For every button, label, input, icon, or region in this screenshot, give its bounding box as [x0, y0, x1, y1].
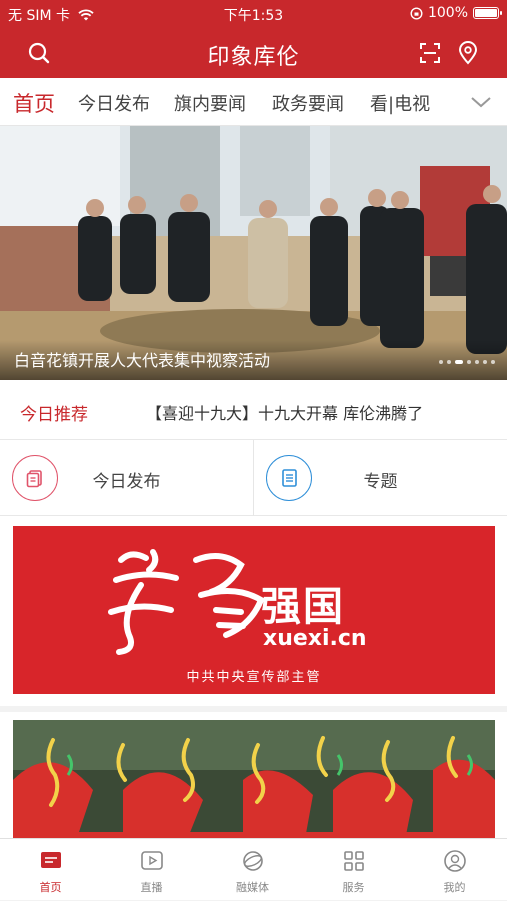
pager-dot [439, 360, 443, 364]
recommend-bar[interactable]: 今日推荐 【喜迎十九大】十九大开幕 库伦沸腾了 [0, 380, 507, 440]
bottom-nav: 首页 直播 融媒体 服务 我的 [0, 838, 507, 900]
pager-dot [467, 360, 471, 364]
status-right: 100% [410, 5, 502, 21]
nav-media[interactable]: 融媒体 [202, 839, 303, 901]
nav-label: 直播 [140, 881, 163, 894]
app-header: 印象库伦 [0, 28, 507, 78]
grid-icon [344, 851, 364, 871]
nav-label: 我的 [443, 881, 466, 894]
pager-dot [447, 360, 451, 364]
globe-icon [243, 851, 263, 871]
user-icon [444, 850, 466, 872]
pager-dot [483, 360, 487, 364]
battery-icon [473, 7, 502, 19]
xuexi-title: 强国 [261, 584, 345, 630]
tab-today-release[interactable]: 今日发布 [78, 90, 150, 116]
home-icon [41, 852, 61, 868]
xuexi-card[interactable]: 强国 xuexi.cn 中共中央宣传部主管 [0, 516, 507, 706]
feature-photo [13, 720, 495, 850]
tab-home[interactable]: 首页 [13, 88, 55, 118]
tab-government-news[interactable]: 政务要闻 [272, 90, 344, 116]
pager-dot [475, 360, 479, 364]
xuexi-banner[interactable]: 强国 xuexi.cn 中共中央宣传部主管 [13, 526, 495, 694]
chevron-down-icon[interactable] [469, 90, 493, 114]
play-icon [141, 851, 163, 870]
quick-links: 今日发布 专题 [0, 440, 507, 516]
recommend-headline[interactable]: 【喜迎十九大】十九大开幕 库伦沸腾了 [146, 400, 423, 424]
tab-banner-news[interactable]: 旗内要闻 [174, 90, 246, 116]
recommend-tag: 今日推荐 [20, 405, 88, 425]
quick-link-label: 专题 [363, 472, 398, 492]
carousel-caption: 白音花镇开展人大代表集中视察活动 [14, 351, 271, 370]
quick-link-label: 今日发布 [92, 472, 161, 492]
nav-home[interactable]: 首页 [0, 839, 101, 901]
carousel-pager [439, 360, 495, 364]
quick-link-topics[interactable]: 专题 [254, 440, 507, 516]
nav-live[interactable]: 直播 [101, 839, 202, 901]
quick-link-today-release[interactable]: 今日发布 [0, 440, 253, 516]
nav-label: 服务 [342, 881, 365, 894]
location-icon[interactable] [455, 40, 481, 66]
channel-tabs: 首页 今日发布 旗内要闻 政务要闻 看|电视 [0, 78, 507, 126]
nav-mine[interactable]: 我的 [404, 839, 505, 901]
battery-percent: 100% [427, 5, 468, 21]
orientation-lock-icon [410, 6, 423, 20]
xuexi-subtitle: 中共中央宣传部主管 [186, 670, 322, 685]
nav-label: 融媒体 [236, 881, 269, 894]
tab-tv[interactable]: 看|电视 [370, 90, 430, 116]
nav-services[interactable]: 服务 [303, 839, 404, 901]
xuexi-url: xuexi.cn [263, 626, 367, 651]
nav-label: 首页 [39, 881, 62, 894]
pager-dot [455, 360, 463, 364]
xuexi-calligraphy-logo [108, 549, 265, 655]
news-carousel[interactable]: 白音花镇开展人大代表集中视察活动 [0, 126, 507, 380]
scan-icon[interactable] [417, 40, 443, 66]
feature-photo-card[interactable] [0, 712, 507, 850]
status-bar: 无 SIM 卡 下午1:53 100% [0, 0, 507, 28]
pager-dot [491, 360, 495, 364]
